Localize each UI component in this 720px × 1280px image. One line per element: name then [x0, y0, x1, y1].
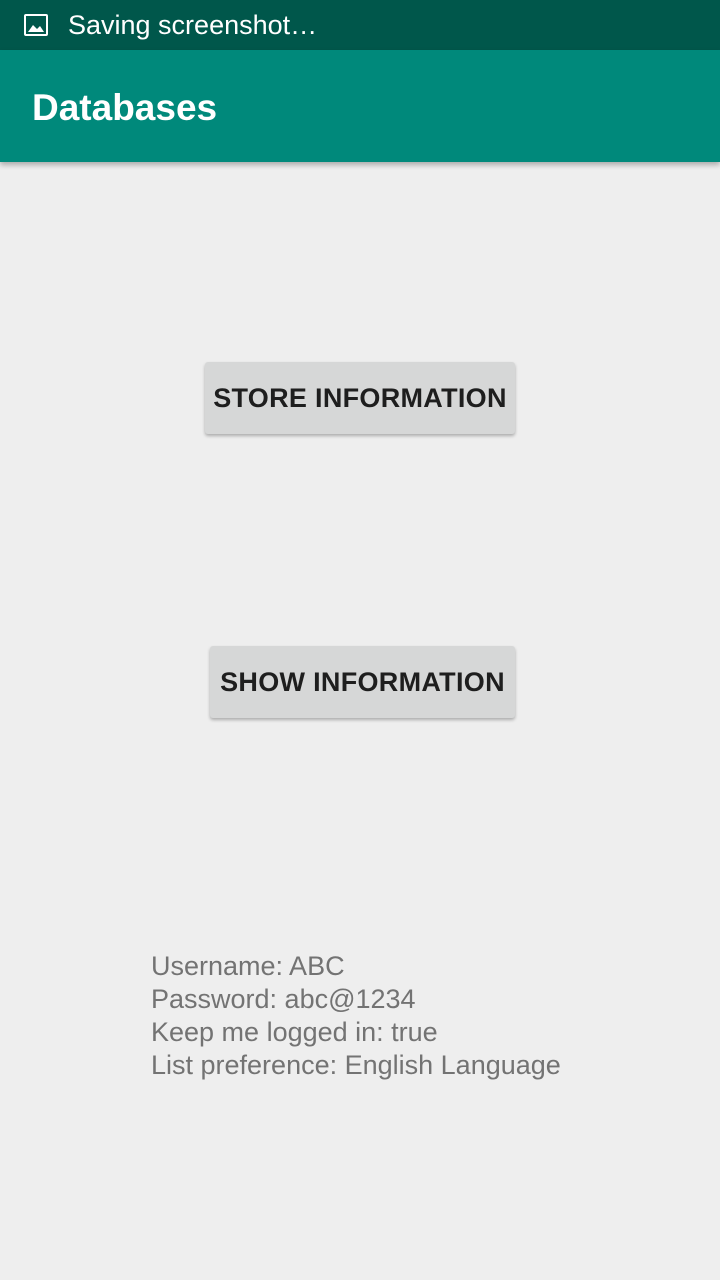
store-information-button[interactable]: STORE INFORMATION [205, 362, 515, 434]
status-bar: Saving screenshot… [0, 0, 720, 50]
page-title: Databases [32, 87, 218, 128]
list-preference-text: List preference: English Language [151, 1050, 561, 1080]
password-text: Password: abc@1234 [151, 984, 416, 1014]
app-bar: Databases [0, 50, 720, 162]
show-information-button[interactable]: SHOW INFORMATION [210, 646, 515, 718]
stored-information-text: Username: ABC Password: abc@1234 Keep me… [151, 950, 671, 1082]
image-icon [24, 14, 48, 36]
keep-logged-in-text: Keep me logged in: true [151, 1017, 438, 1047]
username-text: Username: ABC [151, 951, 345, 981]
status-notification-text: Saving screenshot… [68, 10, 318, 40]
